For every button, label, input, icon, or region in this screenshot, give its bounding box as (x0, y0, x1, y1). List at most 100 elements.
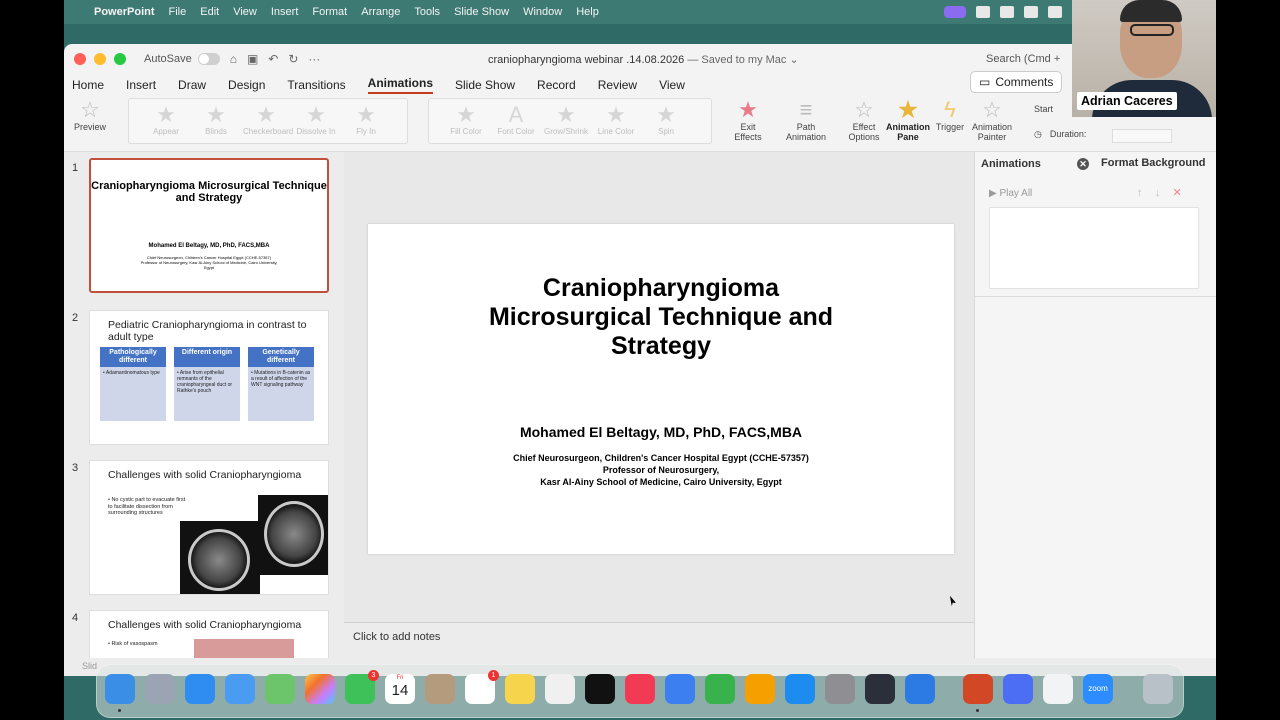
pages-icon[interactable] (745, 674, 775, 704)
menu-app-name[interactable]: PowerPoint (94, 6, 155, 18)
slide-thumbnail-2[interactable]: Pediatric Craniopharyngioma in contrast … (89, 310, 329, 445)
keynote-icon[interactable] (665, 674, 695, 704)
effect-grow-shrink[interactable]: ★ Grow/Shrink (543, 103, 589, 137)
calendar-icon[interactable]: Fri 14 (385, 674, 415, 704)
menu-format[interactable]: Format (312, 6, 347, 18)
effect-font-color[interactable]: A Font Color (493, 103, 539, 137)
contacts-icon[interactable] (425, 674, 455, 704)
play-all-button[interactable]: ▶ Play All (989, 188, 1032, 199)
animation-pane-button[interactable]: ★ Animation Pane (886, 98, 930, 143)
menu-arrange[interactable]: Arrange (361, 6, 400, 18)
slide-author[interactable]: Mohamed El Beltagy, MD, PhD, FACS,MBA (368, 424, 954, 440)
launchpad-icon[interactable] (145, 674, 175, 704)
tab-transitions[interactable]: Transitions (287, 78, 345, 92)
preview-button[interactable]: ☆ Preview (72, 98, 108, 133)
remove-icon[interactable]: ✕ (1172, 187, 1181, 199)
move-down-icon[interactable]: ↓ (1155, 187, 1161, 199)
notes-pane[interactable]: Click to add notes (344, 622, 974, 658)
entrance-effects-gallery[interactable]: ★ Appear ★ Blinds ★ Checkerboard ★ Dissolve … (128, 98, 408, 144)
slide-thumbnail-3[interactable]: Challenges with solid Craniopharyngioma … (89, 460, 329, 595)
slide-thumbnail-1[interactable]: Craniopharyngioma Microsurgical Techniqu… (89, 158, 329, 293)
safari-icon[interactable] (185, 674, 215, 704)
current-slide[interactable]: Craniopharyngioma Microsurgical Techniqu… (368, 224, 954, 554)
trash-icon[interactable] (1143, 674, 1173, 704)
camera-icon[interactable] (1000, 6, 1014, 18)
effect-blinds[interactable]: ★ Blinds (193, 103, 239, 137)
slide-title[interactable]: Craniopharyngioma Microsurgical Techniqu… (368, 274, 954, 361)
apple-tv-icon[interactable] (585, 674, 615, 704)
tab-format-background[interactable]: Format Background (1101, 157, 1206, 169)
effect-checkerboard[interactable]: ★ Checkerboard (243, 103, 293, 137)
exit-effects-button[interactable]: ★ Exit Effects (728, 98, 768, 143)
move-up-icon[interactable]: ↑ (1137, 187, 1143, 199)
notes-icon[interactable] (505, 674, 535, 704)
menu-insert[interactable]: Insert (271, 6, 299, 18)
tab-insert[interactable]: Insert (126, 78, 156, 92)
tab-slide-show[interactable]: Slide Show (455, 78, 515, 92)
undo-icon[interactable]: ↶ (268, 52, 278, 66)
system-settings-icon[interactable] (825, 674, 855, 704)
minimize-window-button[interactable] (94, 53, 106, 65)
effect-spin[interactable]: ★ Spin (643, 103, 689, 137)
numbers-icon[interactable] (705, 674, 735, 704)
mail-icon[interactable] (225, 674, 255, 704)
tab-animations-pane[interactable]: Animations (981, 158, 1041, 170)
facetime-icon[interactable]: 3 (345, 670, 379, 704)
tab-draw[interactable]: Draw (178, 78, 206, 92)
save-icon[interactable]: ▣ (247, 52, 258, 66)
music-icon[interactable] (625, 674, 655, 704)
menu-file[interactable]: File (169, 6, 187, 18)
tab-view[interactable]: View (659, 78, 685, 92)
powerpoint-icon[interactable] (963, 674, 993, 712)
reminders-icon[interactable]: 1 (465, 670, 499, 704)
slide-affiliation[interactable]: Chief Neurosurgeon, Children's Cancer Ho… (368, 452, 954, 488)
toggle-switch[interactable] (197, 53, 220, 65)
animation-painter-button[interactable]: ☆ Animation Painter (970, 98, 1014, 143)
finder-icon[interactable] (105, 674, 135, 712)
iphone-mirroring-icon[interactable] (865, 674, 895, 704)
zoom-status-icon[interactable] (976, 6, 990, 18)
effect-fly-in[interactable]: ★ Fly In (343, 103, 389, 137)
menu-view[interactable]: View (233, 6, 257, 18)
close-window-button[interactable] (74, 53, 86, 65)
zoom-window-button[interactable] (114, 53, 126, 65)
app-store-icon[interactable] (785, 674, 815, 704)
animation-list[interactable] (989, 207, 1199, 289)
screen-share-icon[interactable] (944, 6, 966, 18)
close-pane-icon[interactable]: ✕ (1077, 158, 1089, 170)
cloud-sync-icon[interactable] (1048, 6, 1062, 18)
effect-options-button[interactable]: ☆ Effect Options (844, 98, 884, 143)
duration-input[interactable] (1112, 129, 1173, 143)
effect-line-color[interactable]: ★ Line Color (593, 103, 639, 137)
document-title[interactable]: craniopharyngioma webinar .14.08.2026 — … (488, 53, 799, 66)
redo-icon[interactable]: ↻ (288, 52, 298, 66)
menu-slide-show[interactable]: Slide Show (454, 6, 509, 18)
menu-window[interactable]: Window (523, 6, 562, 18)
search-input[interactable]: Search (Cmd + (986, 53, 1060, 65)
zoom-app-icon[interactable]: zoom (1083, 674, 1113, 704)
photos-icon[interactable] (305, 674, 335, 704)
trigger-button[interactable]: ϟ Trigger (932, 98, 968, 133)
menu-edit[interactable]: Edit (200, 6, 219, 18)
tab-design[interactable]: Design (228, 78, 265, 92)
tab-record[interactable]: Record (537, 78, 576, 92)
path-animation-button[interactable]: ≡ Path Animation (782, 98, 830, 143)
document-preview-icon[interactable] (1043, 674, 1073, 704)
tab-review[interactable]: Review (598, 78, 637, 92)
menu-tools[interactable]: Tools (414, 6, 440, 18)
disk-utility-icon[interactable] (1003, 674, 1033, 704)
more-icon[interactable]: ··· (308, 52, 320, 66)
freeform-icon[interactable] (545, 674, 575, 704)
emphasis-effects-gallery[interactable]: ★ Fill Color A Font Color ★ Grow/Shrink ★ Li… (428, 98, 712, 144)
tab-animations[interactable]: Animations (367, 76, 433, 94)
start-field[interactable]: Start (1034, 104, 1053, 114)
home-icon[interactable]: ⌂ (230, 52, 237, 66)
effect-dissolve-in[interactable]: ★ Dissolve In (293, 103, 339, 137)
tab-home[interactable]: Home (72, 78, 104, 92)
menu-help[interactable]: Help (576, 6, 599, 18)
cloud-icon[interactable] (1024, 6, 1038, 18)
maps-icon[interactable] (265, 674, 295, 704)
comments-button[interactable]: ▭ Comments (970, 71, 1063, 93)
outlook-icon[interactable] (905, 674, 935, 704)
autosave-toggle[interactable]: AutoSave (144, 53, 220, 65)
